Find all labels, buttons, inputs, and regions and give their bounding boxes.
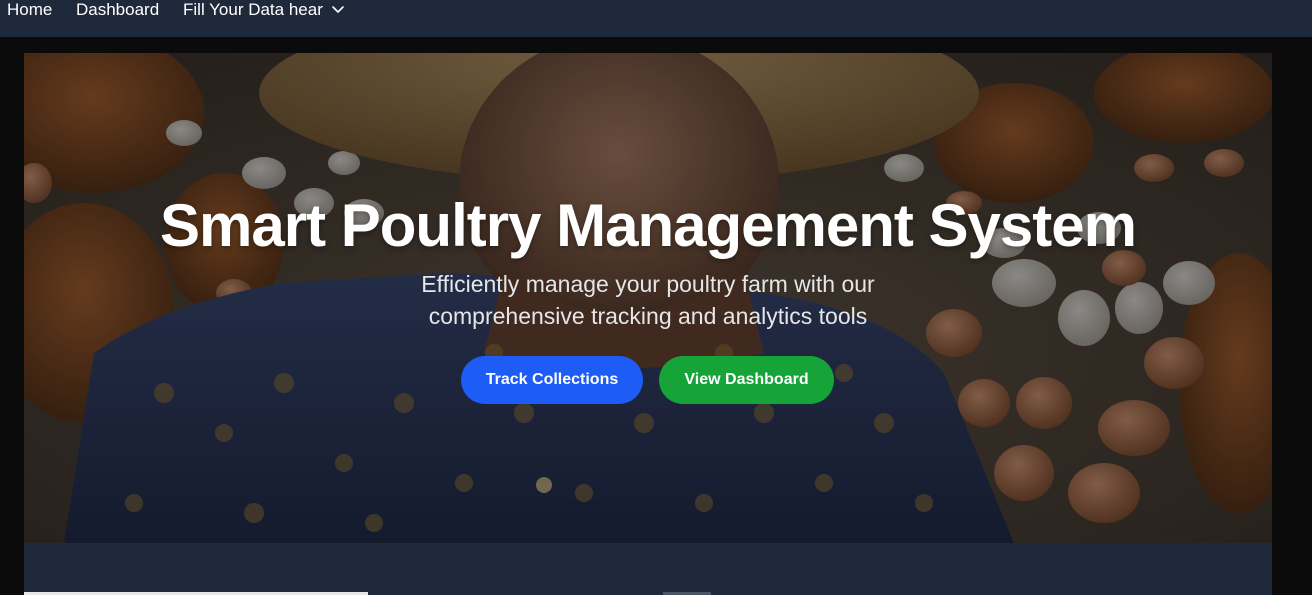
nav-fill-data-dropdown[interactable]: Fill Your Data hear xyxy=(183,0,345,20)
content-panel xyxy=(24,543,1272,595)
nav-fill-data-label: Fill Your Data hear xyxy=(183,0,323,19)
chevron-down-icon xyxy=(332,6,344,13)
view-dashboard-button[interactable]: View Dashboard xyxy=(659,356,834,404)
hero-subtitle: Efficiently manage your poultry farm wit… xyxy=(421,271,875,329)
hero-title: Smart Poultry Management System xyxy=(160,192,1137,259)
nav-home-link[interactable]: Home xyxy=(7,0,52,20)
nav-dashboard-link[interactable]: Dashboard xyxy=(76,0,159,20)
top-navbar: Home Dashboard Fill Your Data hear xyxy=(0,0,1312,37)
hero-banner: Smart Poultry Management System Efficien… xyxy=(24,53,1272,543)
track-collections-button[interactable]: Track Collections xyxy=(461,356,643,404)
